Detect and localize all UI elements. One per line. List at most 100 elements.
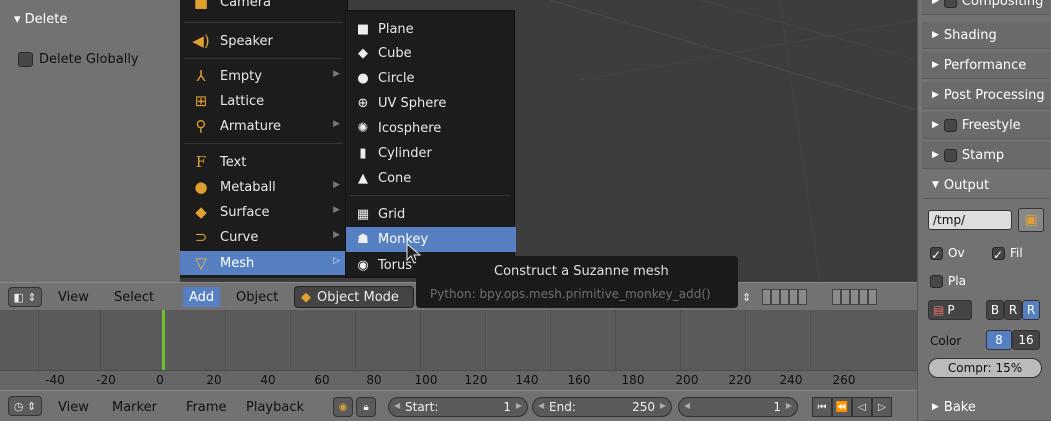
menu-item-metaball[interactable]: ● Metaball ▶	[180, 175, 348, 199]
playhead[interactable]	[162, 310, 165, 370]
timeline-area[interactable]	[0, 310, 917, 370]
keying-icon[interactable]: ◉	[333, 397, 353, 417]
menu-item-surface[interactable]: ◆ Surface ▶	[180, 200, 348, 224]
lock-icon[interactable]: 🔒︎	[356, 397, 376, 417]
menu-item-speaker[interactable]: ◀) Speaker	[180, 29, 348, 53]
timeline-view-menu[interactable]: View	[58, 397, 89, 417]
menu-separator	[184, 58, 343, 59]
playback-menu[interactable]: Playback	[246, 397, 304, 417]
current-frame-field[interactable]: ◀ 1 ▶	[678, 397, 798, 417]
output-path-value: /tmp/	[933, 213, 966, 227]
layer-button[interactable]	[780, 289, 789, 305]
mesh-item-label: Cylinder	[378, 146, 432, 161]
mesh-item-icosphere[interactable]: ✺ Icosphere	[346, 116, 516, 141]
menu-item-empty[interactable]: ⅄ Empty ▶	[180, 64, 348, 88]
panel-performance[interactable]: ▶ Performance	[922, 52, 1050, 79]
menu-item-label: Lattice	[220, 93, 265, 109]
timeline-editor-selector[interactable]: ◷ ⇕	[8, 396, 42, 416]
mesh-item-cone[interactable]: ▲ Cone	[346, 166, 516, 191]
jump-start-icon[interactable]: ⏮	[812, 397, 832, 417]
plane-icon: ■	[356, 21, 370, 37]
layer-buttons-2[interactable]	[832, 289, 877, 305]
end-label: End:	[549, 400, 576, 414]
compression-slider[interactable]: Compr: 15%	[928, 358, 1042, 378]
mesh-item-circle[interactable]: ● Circle	[346, 66, 516, 91]
delete-globally-checkbox[interactable]: Delete Globally	[18, 52, 139, 67]
layer-button[interactable]	[798, 289, 807, 305]
color-mode-rgb[interactable]: R	[1004, 300, 1022, 320]
overwrite-checkbox[interactable]: ✓ Ov	[930, 246, 965, 262]
depth-16-button[interactable]: 16	[1012, 330, 1040, 350]
color-mode-bw[interactable]: B	[986, 300, 1004, 320]
camera-icon: ■	[193, 0, 209, 11]
layer-button[interactable]	[789, 289, 798, 305]
tick-label: 240	[779, 373, 803, 387]
chevron-right-icon: ▶	[333, 69, 340, 79]
placeholders-checkbox[interactable]: Pla	[930, 274, 966, 288]
mesh-item-plane[interactable]: ■ Plane	[346, 17, 516, 42]
object-mode-selector[interactable]: ◆ Object Mode	[294, 286, 414, 308]
layer-button[interactable]	[868, 289, 877, 305]
menu-item-lattice[interactable]: ⊞ Lattice	[180, 89, 348, 113]
end-frame-field[interactable]: ◀ End: 250 ▶	[532, 397, 672, 417]
mesh-item-label: Grid	[378, 207, 406, 222]
mesh-item-uv-sphere[interactable]: ⊕ UV Sphere	[346, 91, 516, 116]
timeline-header: ◷ ⇕ View Marker Frame Playback ◉ 🔒︎ ◀ St…	[0, 390, 917, 421]
end-value: 250	[632, 400, 655, 414]
layer-button[interactable]	[841, 289, 850, 305]
panel-shading[interactable]: ▶ Shading	[922, 22, 1050, 49]
frame-menu[interactable]: Frame	[186, 397, 227, 417]
select-menu[interactable]: Select	[114, 287, 154, 307]
folder-icon[interactable]: ▣	[1018, 208, 1044, 232]
menu-item-curve[interactable]: ⊃ Curve ▶	[180, 225, 348, 249]
add-menu-button[interactable]: Add	[183, 287, 221, 307]
tick-label: 120	[464, 373, 488, 387]
file-format-selector[interactable]: ▤ P	[928, 300, 972, 320]
mesh-item-monkey[interactable]: ☗ Monkey	[346, 227, 516, 252]
timeline-ruler[interactable]: -40 -20 0 20 40 60 80 100 120 140 160 18…	[0, 370, 917, 390]
layer-button[interactable]	[850, 289, 859, 305]
menu-item-armature[interactable]: ⚲ Armature ▶	[180, 114, 348, 138]
checkbox-box[interactable]	[18, 52, 33, 67]
panel-stamp[interactable]: ▶ Stamp	[922, 142, 1050, 169]
mesh-item-label: UV Sphere	[378, 96, 447, 111]
tick-label: 260	[832, 373, 856, 387]
menu-separator	[350, 195, 510, 196]
color-mode-rgba[interactable]: R	[1022, 300, 1040, 320]
panel-compositing[interactable]: ▶ Compositing	[922, 0, 1050, 15]
output-path-field[interactable]: /tmp/	[928, 210, 1012, 230]
panel-post-processing[interactable]: ▶ Post Processing	[922, 82, 1050, 109]
menu-separator	[184, 143, 343, 144]
depth-8-button[interactable]: 8	[986, 330, 1012, 350]
mesh-item-cube[interactable]: ◆ Cube	[346, 41, 516, 66]
marker-menu[interactable]: Marker	[112, 397, 157, 417]
layer-button[interactable]	[832, 289, 841, 305]
play-reverse-icon[interactable]: ◁	[852, 397, 872, 417]
layer-button[interactable]	[762, 289, 771, 305]
mesh-item-cylinder[interactable]: ▮ Cylinder	[346, 141, 516, 166]
updown-arrows-icon[interactable]: ⇕	[742, 287, 751, 307]
start-frame-field[interactable]: ◀ Start: 1 ▶	[388, 397, 528, 417]
mesh-item-grid[interactable]: ▦ Grid	[346, 202, 516, 227]
menu-item-text[interactable]: F Text	[180, 150, 348, 174]
menu-item-mesh[interactable]: ▽ Mesh ▷	[180, 251, 348, 275]
play-icon[interactable]: ▷	[872, 397, 892, 417]
jump-prev-keyframe-icon[interactable]: ⏪	[832, 397, 852, 417]
editor-type-selector[interactable]: ◧ ⇕	[8, 287, 42, 307]
mesh-icon: ▽	[195, 254, 207, 272]
operator-panel-header[interactable]: ▾ Delete	[14, 12, 67, 27]
layer-buttons-1[interactable]	[762, 289, 807, 305]
layer-button[interactable]	[859, 289, 868, 305]
file-extensions-checkbox[interactable]: ✓ Fil	[992, 246, 1023, 262]
panel-freestyle[interactable]: ▶ Freestyle	[922, 112, 1050, 139]
circle-icon: ●	[357, 70, 369, 86]
view-menu[interactable]: View	[58, 287, 89, 307]
menu-item-camera[interactable]: ■ Camera	[180, 0, 348, 14]
panel-output[interactable]: ▼ Output	[922, 172, 1050, 199]
armature-icon: ⚲	[195, 117, 207, 135]
layer-button[interactable]	[771, 289, 780, 305]
panel-label: Stamp	[961, 147, 1005, 163]
chevron-right-icon: ▶	[659, 401, 666, 410]
panel-bake[interactable]: ▶ Bake	[922, 394, 1050, 421]
object-menu[interactable]: Object	[236, 287, 278, 307]
